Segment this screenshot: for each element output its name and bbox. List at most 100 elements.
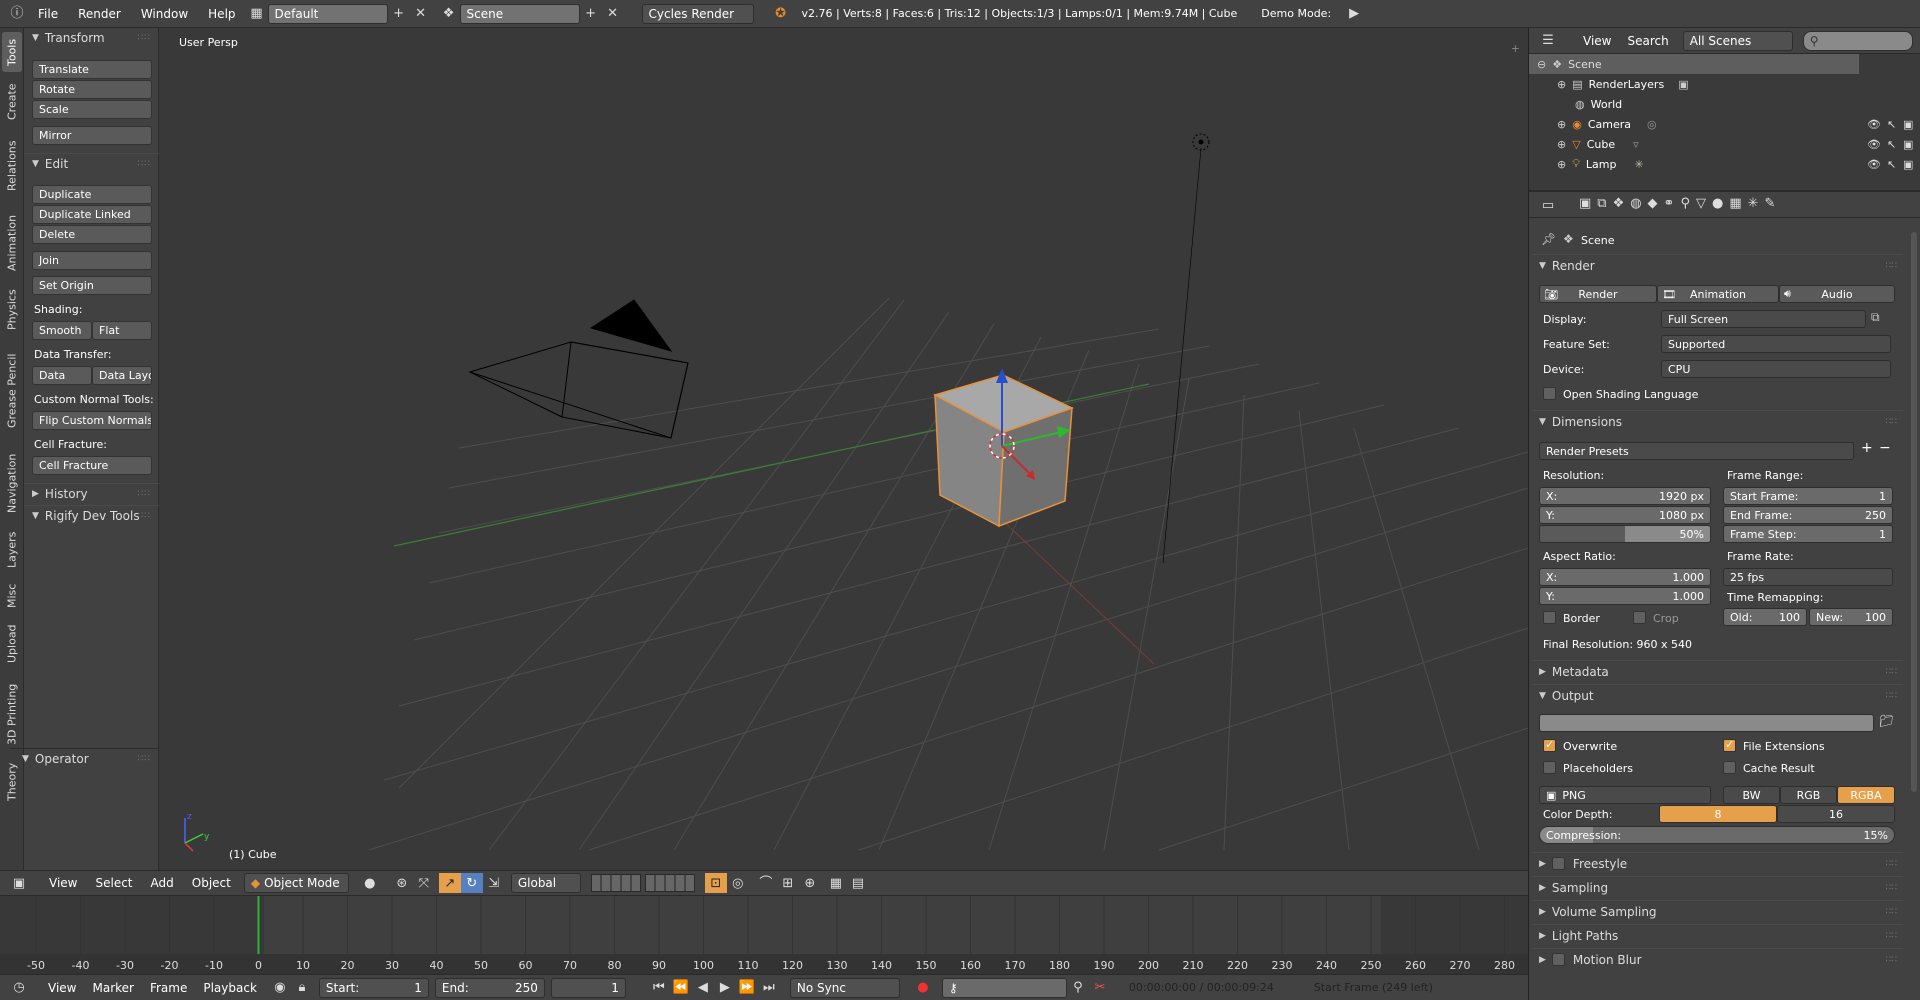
outliner-row-renderlayers[interactable]: ⊕ ▤ RenderLayers ▣ bbox=[1529, 74, 1920, 94]
keying-set-field[interactable]: ⚷ bbox=[941, 977, 1067, 998]
depth-16-button[interactable]: 16 bbox=[1777, 805, 1895, 823]
sync-select[interactable]: No Sync bbox=[789, 977, 900, 998]
rotate-manipulator-icon[interactable]: ↻ bbox=[460, 873, 483, 893]
cache-result-checkbox[interactable] bbox=[1723, 761, 1736, 774]
render-preview-icon[interactable]: ▦ bbox=[825, 873, 847, 893]
menu-select[interactable]: Select bbox=[86, 876, 141, 890]
expand-icon[interactable]: ⊕ bbox=[1557, 78, 1566, 91]
end-frame-field[interactable]: End Frame: 250 bbox=[1723, 506, 1893, 524]
lock-icon[interactable]: 🔒︎ bbox=[291, 978, 313, 998]
file-format-select[interactable]: ▣ PNG bbox=[1539, 786, 1711, 804]
screen-layout-icon[interactable]: ▦ bbox=[246, 4, 268, 24]
compression-slider[interactable]: Compression: 15% bbox=[1539, 826, 1895, 844]
context-tabs-icons[interactable]: ▣⧉❖◍◆⚭⚲▽●▦✳✎ bbox=[1579, 196, 1781, 211]
panel-operator-header[interactable]: ▼ Operator ∷∷ bbox=[10, 748, 159, 768]
snap-target-icon[interactable]: ⊕ bbox=[799, 873, 821, 893]
delete-keyframe-icon[interactable]: ✂ bbox=[1089, 978, 1111, 998]
remove-layout-icon[interactable]: ✕ bbox=[410, 4, 432, 24]
menu-search[interactable]: Search bbox=[1621, 34, 1674, 48]
pivot-icon[interactable]: ⊛ bbox=[391, 873, 413, 893]
tab-animation[interactable]: Animation bbox=[2, 206, 22, 280]
flat-button[interactable]: Flat bbox=[92, 321, 152, 340]
motion-blur-checkbox[interactable] bbox=[1551, 953, 1565, 966]
expand-icon[interactable]: ⊕ bbox=[1557, 138, 1566, 151]
menu-object[interactable]: Object bbox=[183, 876, 240, 890]
select-cursor-icon[interactable]: ↖ bbox=[1887, 118, 1896, 131]
outliner-row-world[interactable]: ◍ World bbox=[1529, 94, 1920, 114]
display-select[interactable]: Full Screen bbox=[1661, 310, 1866, 328]
aspect-y-field[interactable]: Y: 1.000 bbox=[1539, 587, 1711, 605]
lamp-object[interactable] bbox=[1162, 133, 1210, 564]
color-rgba-button[interactable]: RGBA bbox=[1837, 786, 1895, 804]
menu-view[interactable]: View bbox=[40, 981, 84, 995]
feature-set-select[interactable]: Supported bbox=[1661, 335, 1891, 353]
viewport-scene[interactable]: z y bbox=[159, 28, 1528, 870]
snap-element-icon[interactable]: ⊞ bbox=[777, 873, 799, 893]
start-frame-field[interactable]: Start: 1 bbox=[318, 977, 429, 998]
opengl-render-icon[interactable]: ▤ bbox=[847, 873, 869, 893]
layers-grid-1[interactable] bbox=[590, 874, 641, 892]
render-toggle-icon[interactable]: ▣ bbox=[1903, 158, 1913, 171]
render-toggle-icon[interactable]: ▣ bbox=[1903, 118, 1913, 131]
render-button[interactable]: 📷︎ Render bbox=[1539, 285, 1657, 303]
menu-marker[interactable]: Marker bbox=[84, 981, 141, 995]
camera-object[interactable] bbox=[468, 299, 689, 439]
scene-field[interactable]: Scene bbox=[459, 3, 580, 24]
renderlayer-toggle-icon[interactable]: ▣ bbox=[1678, 78, 1688, 91]
insert-keyframe-icon[interactable]: ⚲ bbox=[1067, 978, 1089, 998]
record-icon[interactable]: ● bbox=[912, 978, 934, 998]
editor-type-icon[interactable]: ▣ bbox=[8, 873, 30, 893]
tab-physics[interactable]: Physics bbox=[2, 282, 22, 338]
mirror-button[interactable]: Mirror bbox=[32, 126, 152, 145]
freestyle-checkbox[interactable] bbox=[1551, 857, 1565, 870]
timeline-area[interactable]: -50 -40 -30 -20 -10 0 10 20 30 40 50 60 70 80 90 100 110… bbox=[0, 896, 1528, 974]
panel-light-paths-header[interactable]: ▶ Light Paths ∷∷ bbox=[1533, 924, 1903, 946]
overwrite-checkbox[interactable] bbox=[1543, 738, 1556, 752]
outliner-icon[interactable]: ☰ bbox=[1537, 31, 1559, 51]
cube-object[interactable] bbox=[933, 374, 1074, 528]
add-scene-icon[interactable]: + bbox=[580, 4, 602, 24]
manipulator-icon[interactable]: ⤧ bbox=[413, 873, 435, 893]
play-forward-icon[interactable]: ▶ bbox=[714, 978, 736, 998]
window-icon[interactable]: ⧉ bbox=[1871, 310, 1880, 325]
delete-button[interactable]: Delete bbox=[32, 225, 152, 244]
resolution-x-field[interactable]: X: 1920 px bbox=[1539, 487, 1711, 505]
tab-3d-printing[interactable]: 3D Printing bbox=[2, 674, 22, 754]
panel-rigify-header[interactable]: ▼ Rigify Dev Tools ∷∷ bbox=[24, 505, 159, 525]
properties-scrollbar[interactable] bbox=[1911, 232, 1917, 792]
panel-volume-sampling-header[interactable]: ▶ Volume Sampling ∷∷ bbox=[1533, 900, 1903, 922]
expand-icon[interactable]: ⊖ bbox=[1537, 58, 1546, 71]
animation-button[interactable]: 🎞︎ Animation bbox=[1657, 285, 1779, 303]
menu-view[interactable]: View bbox=[1573, 34, 1621, 48]
scene-icon[interactable]: ❖ bbox=[438, 4, 460, 24]
crop-checkbox[interactable] bbox=[1633, 611, 1646, 624]
translate-manipulator-icon[interactable]: ↗ bbox=[438, 873, 461, 893]
properties-editor-icon[interactable]: ▭ bbox=[1537, 195, 1559, 215]
cell-fracture-button[interactable]: Cell Fracture bbox=[32, 456, 152, 475]
render-presets-select[interactable]: Render Presets bbox=[1539, 442, 1854, 460]
menu-add[interactable]: Add bbox=[142, 876, 183, 890]
outliner-row-scene[interactable]: ⊖ ❖ Scene bbox=[1529, 54, 1859, 74]
menu-file[interactable]: File bbox=[28, 7, 68, 21]
depth-8-button[interactable]: 8 bbox=[1659, 805, 1777, 823]
play-reverse-icon[interactable]: ◀ bbox=[692, 978, 714, 998]
timeline-track[interactable]: -50 -40 -30 -20 -10 0 10 20 30 40 50 60 70 80 90 100 110… bbox=[0, 896, 1528, 974]
visibility-eye-icon[interactable]: 👁︎ bbox=[1867, 118, 1881, 131]
next-keyframe-icon[interactable]: ⏩ bbox=[736, 978, 758, 998]
scale-manipulator-icon[interactable]: ⇲ bbox=[483, 873, 505, 893]
remove-preset-icon[interactable]: − bbox=[1879, 440, 1891, 456]
scale-button[interactable]: Scale bbox=[32, 100, 152, 119]
orientation-select[interactable]: Global bbox=[510, 873, 581, 893]
frame-rate-select[interactable]: 25 fps bbox=[1723, 568, 1893, 586]
resolution-y-field[interactable]: Y: 1080 px bbox=[1539, 506, 1711, 524]
outliner-row-cube[interactable]: ⊕ ▽ Cube ▿ 👁︎ ↖ ▣ bbox=[1529, 134, 1920, 154]
set-origin-select[interactable]: Set Origin bbox=[32, 276, 152, 295]
remap-old-field[interactable]: Old: 100 bbox=[1723, 608, 1807, 626]
panel-history-header[interactable]: ▶ History ∷∷ bbox=[24, 483, 159, 503]
snap-icon[interactable]: ⌒ bbox=[755, 873, 777, 893]
remap-new-field[interactable]: New: 100 bbox=[1809, 608, 1893, 626]
tab-relations[interactable]: Relations bbox=[2, 130, 22, 202]
output-path-input[interactable] bbox=[1539, 714, 1874, 732]
current-frame-field[interactable]: 1 bbox=[550, 977, 626, 998]
start-frame-field[interactable]: Start Frame: 1 bbox=[1723, 487, 1893, 505]
